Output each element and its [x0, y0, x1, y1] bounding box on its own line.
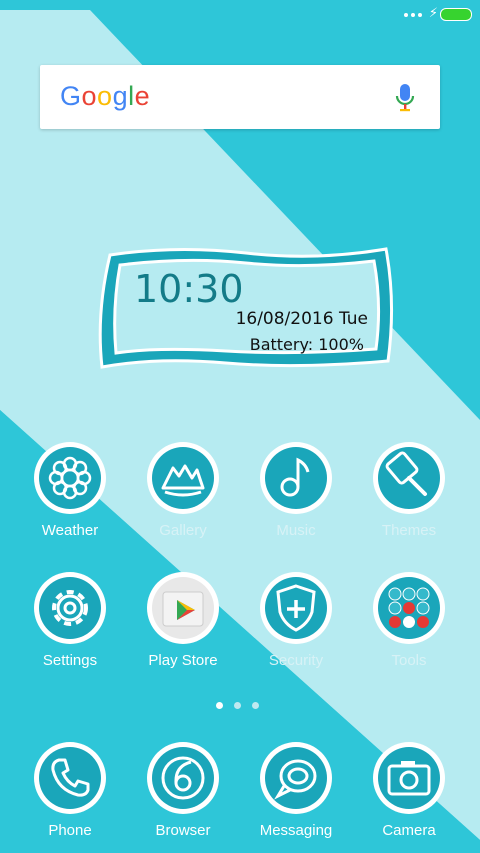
- mountain-icon: [147, 442, 219, 514]
- app-label: Weather: [41, 522, 99, 539]
- brush-icon: [373, 442, 445, 514]
- app-play-store[interactable]: Play Store: [127, 570, 239, 669]
- folder-icon: [373, 572, 445, 644]
- app-label: Browser: [155, 822, 211, 839]
- camera-icon: [373, 742, 445, 814]
- play-store-icon: [147, 572, 219, 644]
- google-search-bar[interactable]: Google: [40, 65, 440, 129]
- app-label: Themes: [381, 522, 437, 539]
- flower-icon: [34, 442, 106, 514]
- status-bar: ⚡: [0, 0, 480, 28]
- music-note-icon: [260, 442, 332, 514]
- app-label: Music: [276, 522, 316, 539]
- microphone-icon[interactable]: [394, 83, 416, 113]
- charging-icon: ⚡: [428, 6, 438, 21]
- battery-icon: [440, 8, 472, 21]
- page-dot[interactable]: [234, 702, 241, 709]
- app-music[interactable]: Music: [240, 440, 352, 539]
- phone-icon: [34, 742, 106, 814]
- app-label: Play Store: [148, 652, 218, 669]
- gear-icon: [34, 572, 106, 644]
- app-tools[interactable]: Tools: [353, 570, 465, 669]
- dock-messaging[interactable]: Messaging: [240, 740, 352, 839]
- google-logo: Google: [60, 81, 151, 111]
- app-label: Settings: [42, 652, 98, 669]
- app-label: Messaging: [259, 822, 333, 839]
- page-indicator: [216, 702, 259, 709]
- battery-level-text: Battery: 100%: [249, 335, 364, 354]
- app-weather[interactable]: Weather: [14, 440, 126, 539]
- app-label: Gallery: [159, 522, 207, 539]
- dock-phone[interactable]: Phone: [14, 740, 126, 839]
- page-dot[interactable]: [252, 702, 259, 709]
- shield-plus-icon: [260, 572, 332, 644]
- page-dot-active[interactable]: [216, 702, 223, 709]
- app-label: Security: [268, 652, 324, 669]
- app-gallery[interactable]: Gallery: [127, 440, 239, 539]
- app-settings[interactable]: Settings: [14, 570, 126, 669]
- dock-browser[interactable]: Browser: [127, 740, 239, 839]
- clock-widget[interactable]: 10:30 16/08/2016 Tue Battery: 100%: [96, 243, 396, 371]
- app-label: Phone: [48, 822, 92, 839]
- app-security[interactable]: Security: [240, 570, 352, 669]
- dock-camera[interactable]: Camera: [353, 740, 465, 839]
- app-themes[interactable]: Themes: [353, 440, 465, 539]
- clock-time: 10:30: [134, 267, 244, 311]
- chat-bubble-icon: [260, 742, 332, 814]
- browser-icon: [147, 742, 219, 814]
- clock-date: 16/08/2016 Tue: [235, 309, 368, 329]
- app-label: Tools: [391, 652, 427, 669]
- signal-dots-icon: [404, 13, 422, 17]
- app-label: Camera: [382, 822, 436, 839]
